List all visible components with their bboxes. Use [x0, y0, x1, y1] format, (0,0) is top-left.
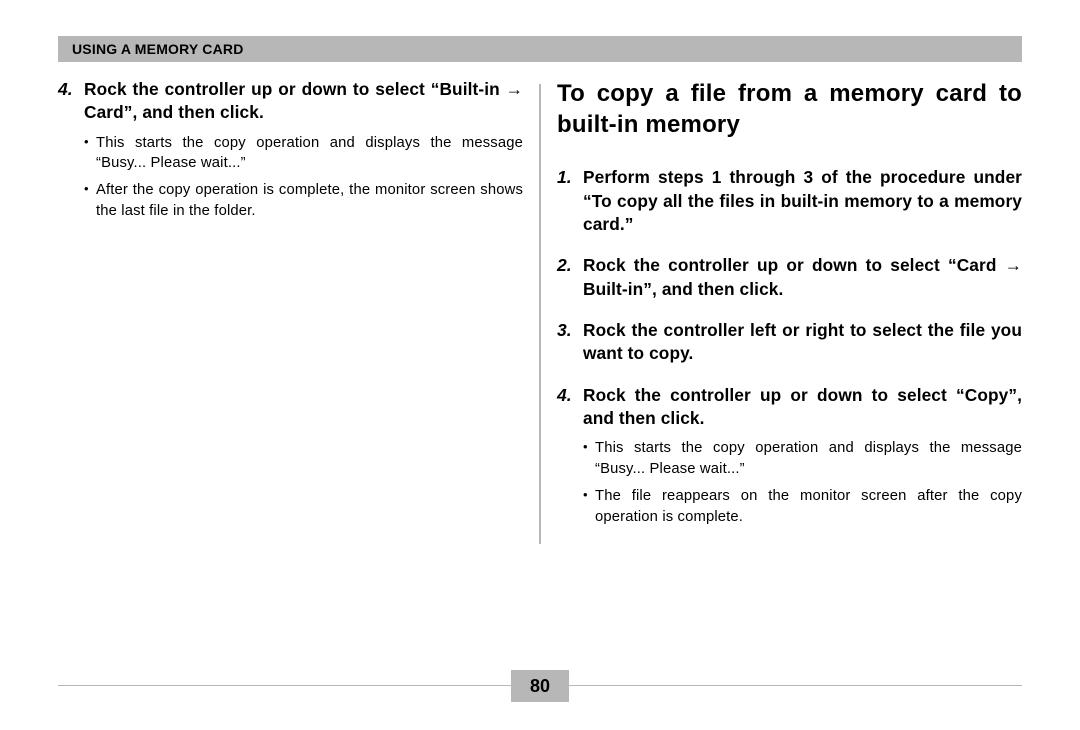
- bullet-dot-icon: •: [583, 438, 595, 456]
- step-number: 4.: [557, 384, 583, 408]
- bullet-text: The file reappears on the monitor screen…: [595, 486, 1022, 527]
- page-number: 80: [530, 676, 550, 697]
- bullet-dot-icon: •: [84, 133, 96, 151]
- step-text: Rock the controller up or down to select…: [84, 78, 523, 125]
- bullet-item: • After the copy operation is complete, …: [84, 180, 523, 221]
- bullet-item: • This starts the copy operation and dis…: [583, 438, 1022, 479]
- left-column: 4. Rock the controller up or down to sel…: [58, 78, 539, 544]
- step-number: 4.: [58, 78, 84, 102]
- page-number-box: 80: [511, 670, 569, 702]
- step-text: Rock the controller up or down to select…: [583, 384, 1022, 431]
- content-columns: 4. Rock the controller up or down to sel…: [58, 78, 1022, 544]
- right-column: To copy a file from a memory card to bui…: [541, 78, 1022, 544]
- bullet-dot-icon: •: [583, 486, 595, 504]
- step-number: 3.: [557, 319, 583, 343]
- step-text: Rock the controller left or right to sel…: [583, 319, 1022, 366]
- section-header-text: USING A MEMORY CARD: [72, 41, 244, 57]
- right-step-3: 3. Rock the controller left or right to …: [557, 319, 1022, 366]
- bullet-item: • The file reappears on the monitor scre…: [583, 486, 1022, 527]
- bullet-text: This starts the copy operation and displ…: [595, 438, 1022, 479]
- step-row: 1. Perform steps 1 through 3 of the proc…: [557, 166, 1022, 236]
- section-header-bar: USING A MEMORY CARD: [58, 36, 1022, 62]
- section-title: To copy a file from a memory card to bui…: [557, 78, 1022, 140]
- step-bullets: • This starts the copy operation and dis…: [583, 438, 1022, 527]
- bullet-text: This starts the copy operation and displ…: [96, 133, 523, 174]
- bullet-text: After the copy operation is complete, th…: [96, 180, 523, 221]
- step-row: 3. Rock the controller left or right to …: [557, 319, 1022, 366]
- step-text: Perform steps 1 through 3 of the procedu…: [583, 166, 1022, 236]
- step-number: 2.: [557, 254, 583, 278]
- right-step-1: 1. Perform steps 1 through 3 of the proc…: [557, 166, 1022, 236]
- step-row: 4. Rock the controller up or down to sel…: [58, 78, 523, 125]
- right-step-4: 4. Rock the controller up or down to sel…: [557, 384, 1022, 528]
- step-number: 1.: [557, 166, 583, 190]
- step-row: 4. Rock the controller up or down to sel…: [557, 384, 1022, 431]
- bullet-item: • This starts the copy operation and dis…: [84, 133, 523, 174]
- step-row: 2. Rock the controller up or down to sel…: [557, 254, 1022, 301]
- step-bullets: • This starts the copy operation and dis…: [84, 133, 523, 222]
- manual-page: USING A MEMORY CARD 4. Rock the controll…: [0, 0, 1080, 730]
- left-step-4: 4. Rock the controller up or down to sel…: [58, 78, 523, 222]
- bullet-dot-icon: •: [84, 180, 96, 198]
- right-step-2: 2. Rock the controller up or down to sel…: [557, 254, 1022, 301]
- step-text: Rock the controller up or down to select…: [583, 254, 1022, 301]
